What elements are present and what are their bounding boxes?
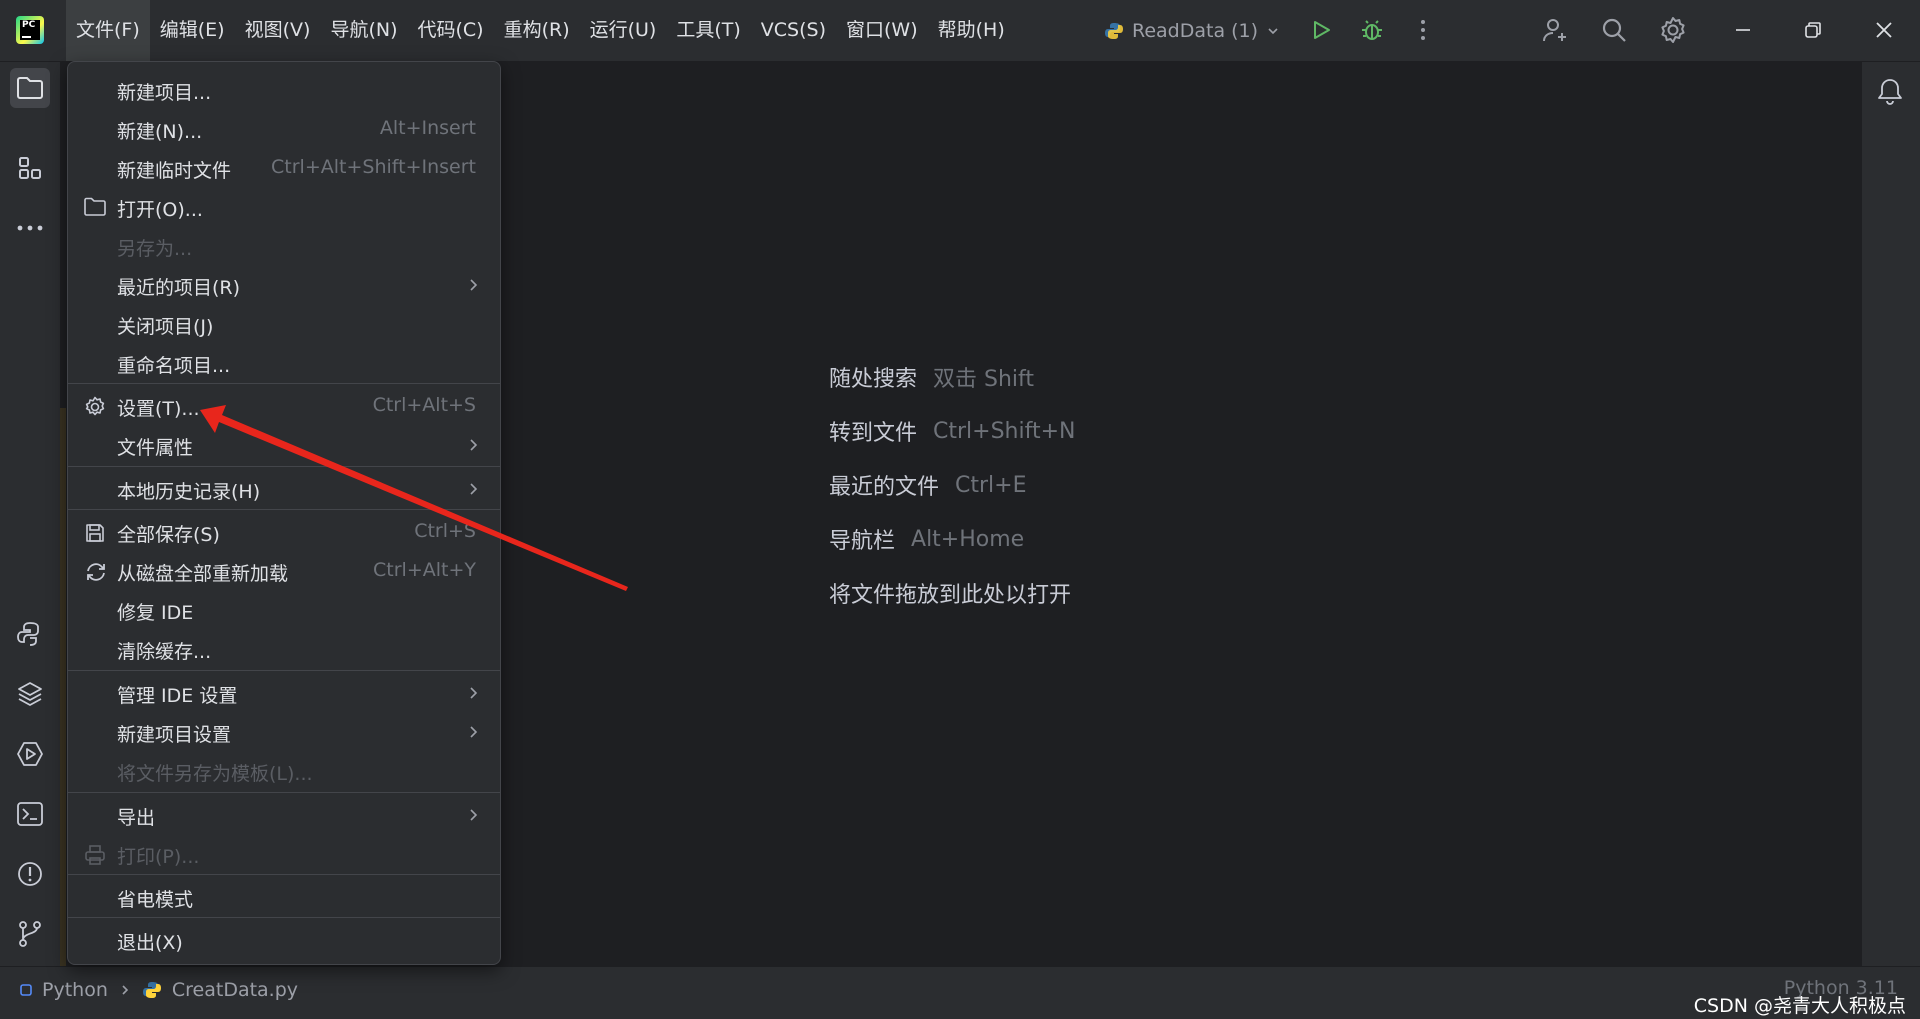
menu-item-new-scratch-file[interactable]: 新建临时文件 Ctrl+Alt+Shift+Insert (68, 150, 500, 186)
menu-window[interactable]: 窗口(W) (836, 0, 928, 61)
chevron-right-icon (122, 985, 129, 995)
menu-run[interactable]: 运行(U) (580, 0, 667, 61)
chevron-right-icon (466, 275, 480, 295)
menu-item-export[interactable]: 导出 (68, 797, 500, 833)
menu-item-new-project-setup[interactable]: 新建项目设置 (68, 714, 500, 750)
menu-tools[interactable]: 工具(T) (666, 0, 750, 61)
terminal-icon[interactable] (10, 794, 50, 834)
status-bar: Python CreatData.py Python 3.11 CSDN @尧青… (0, 966, 1920, 1019)
reload-icon (84, 561, 106, 583)
menu-item-exit[interactable]: 退出(X) (68, 922, 500, 958)
menu-view[interactable]: 视图(V) (235, 0, 321, 61)
git-branch-icon[interactable] (10, 914, 50, 954)
module-icon (20, 984, 32, 996)
settings-icon[interactable] (1657, 14, 1689, 46)
notifications-bell-icon[interactable] (1875, 76, 1905, 106)
save-icon (84, 522, 106, 544)
menu-separator (68, 792, 500, 793)
main-menu-bar: 文件(F) 编辑(E) 视图(V) 导航(N) 代码(C) 重构(R) 运行(U… (66, 0, 1015, 61)
menu-refactor[interactable]: 重构(R) (494, 0, 580, 61)
menu-vcs[interactable]: VCS(S) (751, 0, 836, 61)
left-tool-bar (0, 62, 61, 966)
menu-item-open[interactable]: 打开(O)... (68, 189, 500, 225)
more-vertical-icon[interactable] (1407, 14, 1439, 46)
menu-item-recent-projects[interactable]: 最近的项目(R) (68, 267, 500, 303)
project-folder-icon[interactable] (10, 68, 50, 108)
chevron-right-icon (466, 683, 480, 703)
layers-icon[interactable] (10, 674, 50, 714)
menu-edit[interactable]: 编辑(E) (150, 0, 235, 61)
menu-file[interactable]: 文件(F) (66, 0, 150, 61)
menu-item-save-as-template: 将文件另存为模板(L)... (117, 763, 313, 785)
menu-item-power-save-mode[interactable]: 省电模式 (68, 879, 500, 915)
breadcrumb: Python CreatData.py (20, 979, 298, 1001)
menu-separator (68, 917, 500, 918)
chevron-down-icon (1268, 28, 1278, 35)
restore-icon[interactable] (1797, 14, 1829, 46)
menu-navigate[interactable]: 导航(N) (320, 0, 407, 61)
python-console-icon[interactable] (10, 614, 50, 654)
menu-item-print: 打印(P)... (68, 836, 500, 872)
hint-navigation-bar: 导航栏 Alt+Home (829, 526, 1025, 555)
annotation-arrow-icon (200, 405, 628, 591)
menu-item-new-project[interactable]: 新建项目... (68, 72, 500, 108)
close-icon[interactable] (1868, 14, 1900, 46)
menu-separator (68, 874, 500, 875)
services-icon[interactable] (10, 734, 50, 774)
python-file-icon (142, 982, 161, 998)
menu-item-invalidate-caches[interactable]: 清除缓存... (68, 631, 500, 667)
editor-empty-state-hints: 随处搜索 双击 Shift 转到文件 Ctrl+Shift+N 最近的文件 Ct… (829, 350, 1076, 620)
hint-drop-files: 将文件拖放到此处以打开 (829, 583, 1072, 608)
menu-item-new[interactable]: 新建(N)... Alt+Insert (68, 111, 500, 147)
pycharm-logo-icon[interactable]: PC (16, 16, 44, 44)
more-tools-icon[interactable] (10, 208, 50, 248)
menu-separator (68, 383, 500, 384)
menu-help[interactable]: 帮助(H) (928, 0, 1015, 61)
problems-icon[interactable] (10, 854, 50, 894)
hint-search-everywhere: 随处搜索 双击 Shift (829, 367, 1035, 392)
run-icon[interactable] (1305, 14, 1337, 46)
hint-recent-files: 最近的文件 Ctrl+E (829, 472, 1027, 501)
python-icon (1105, 23, 1123, 39)
print-icon (84, 844, 106, 866)
gear-icon (84, 396, 106, 418)
chevron-right-icon (466, 722, 480, 742)
menu-separator (68, 670, 500, 671)
chevron-right-icon (466, 805, 480, 825)
run-configuration-selector[interactable]: ReadData (1) (1104, 18, 1280, 44)
run-config-label: ReadData (1) (1132, 20, 1259, 42)
menu-item-manage-ide-settings[interactable]: 管理 IDE 设置 (68, 675, 500, 711)
menu-code[interactable]: 代码(C) (407, 0, 493, 61)
debug-icon[interactable] (1356, 14, 1388, 46)
menu-item-close-project[interactable]: 关闭项目(J) (68, 306, 500, 342)
menu-item-rename-project[interactable]: 重命名项目... (68, 345, 500, 381)
minimize-icon[interactable] (1727, 14, 1759, 46)
hint-goto-file: 转到文件 Ctrl+Shift+N (829, 418, 1076, 447)
csdn-watermark: CSDN @尧青大人积极点 (1693, 995, 1906, 1017)
breadcrumb-project[interactable]: Python (42, 979, 108, 1001)
folder-icon (84, 197, 106, 219)
right-tool-bar (1861, 62, 1920, 966)
add-user-icon[interactable] (1539, 14, 1571, 46)
menu-item-save-as: 另存为... (117, 238, 193, 260)
title-bar: PC 文件(F) 编辑(E) 视图(V) 导航(N) 代码(C) 重构(R) 运… (0, 0, 1920, 62)
breadcrumb-file[interactable]: CreatData.py (172, 979, 298, 1001)
structure-icon[interactable] (10, 148, 50, 188)
editor-gutter-strip (60, 408, 66, 974)
search-icon[interactable] (1598, 14, 1630, 46)
